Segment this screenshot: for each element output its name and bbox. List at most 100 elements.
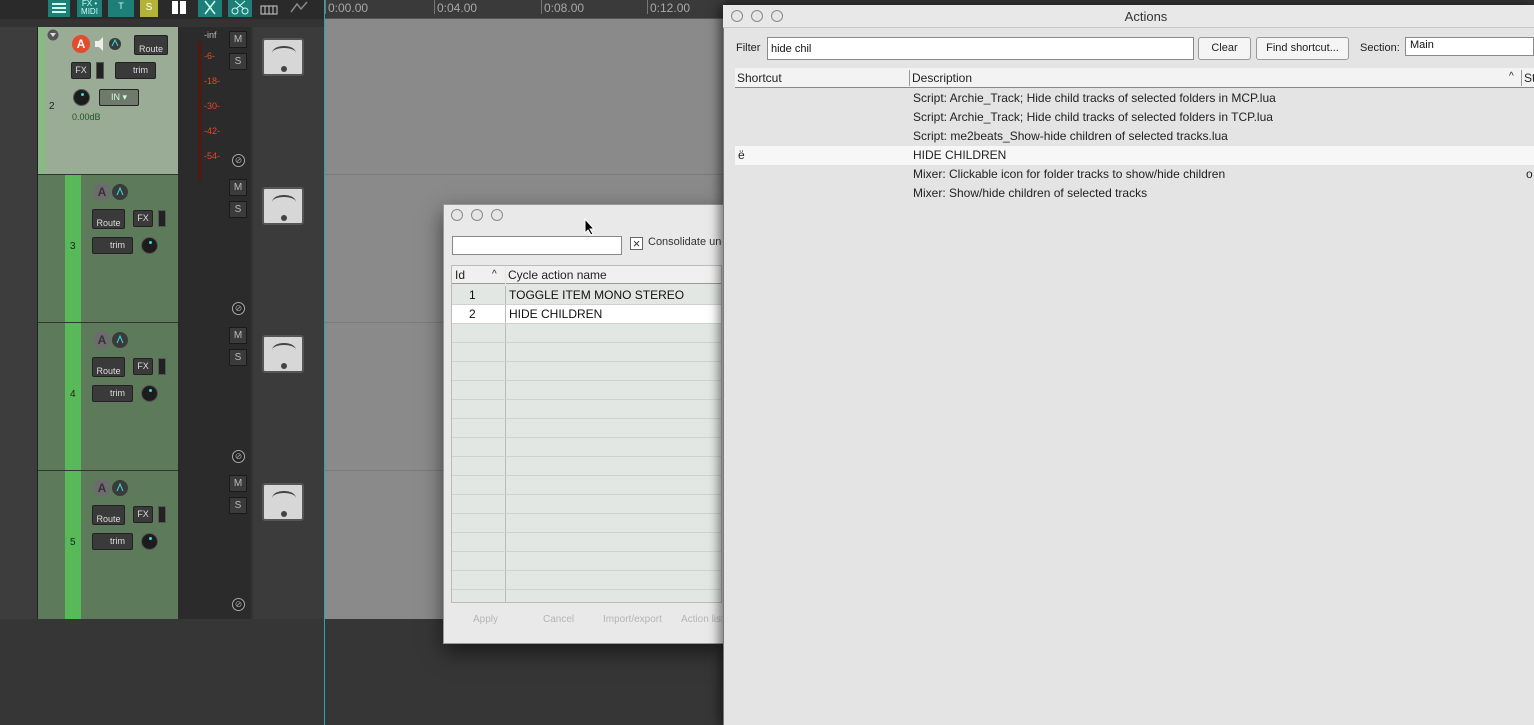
row-id: 1 <box>469 288 476 302</box>
route-button[interactable]: Route <box>92 505 125 525</box>
solo-button[interactable]: S <box>229 497 247 514</box>
mouse-cursor-icon <box>584 217 596 236</box>
track-panel-2[interactable]: 2 A Route FX trim IN ▾ 0.00dB <box>38 27 178 174</box>
import-export-button[interactable]: Import/export <box>603 614 662 625</box>
fx-bypass-toggle[interactable] <box>158 210 166 227</box>
action-row[interactable]: Script: Archie_Track; Hide child tracks … <box>735 108 1534 127</box>
solo-button[interactable]: S <box>229 349 247 366</box>
track-button[interactable]: T <box>108 0 134 17</box>
fx-midi-button[interactable]: FX • MIDI <box>77 0 102 17</box>
monitor-icon[interactable] <box>111 479 129 497</box>
consolidate-undo-checkbox[interactable]: × <box>630 237 643 250</box>
mute-button[interactable]: M <box>229 31 247 48</box>
table-row[interactable]: 2 HIDE CHILDREN <box>452 305 721 324</box>
fx-button[interactable]: FX <box>71 62 91 79</box>
action-row[interactable]: Script: Archie_Track; Hide child tracks … <box>735 89 1534 108</box>
action-row[interactable]: Script: me2beats_Show-hide children of s… <box>735 127 1534 146</box>
phase-invert-icon[interactable]: ⊘ <box>232 450 245 463</box>
record-arm-button[interactable]: A <box>93 183 111 201</box>
action-row[interactable]: ë HIDE CHILDREN <box>735 146 1534 165</box>
clear-button[interactable]: Clear <box>1198 37 1251 60</box>
solo-toolbar-button[interactable]: S <box>140 0 158 17</box>
action-row[interactable]: Mixer: Clickable icon for folder tracks … <box>735 165 1534 184</box>
track-panel-5[interactable]: 5 A Route FX trim <box>38 471 178 619</box>
column-header-id-label: Id <box>455 268 466 282</box>
route-button[interactable]: Route <box>134 35 168 55</box>
record-arm-button[interactable]: A <box>93 479 111 497</box>
track-panel-4[interactable]: 4 A Route FX trim <box>38 323 178 470</box>
trim-label: trim <box>110 240 125 250</box>
fx-button[interactable]: FX <box>133 358 153 375</box>
meter-column: -inf -6- -18- -30- -42- -54- <box>178 27 251 619</box>
column-header-id[interactable]: Id ^ <box>452 266 505 284</box>
close-window-button[interactable] <box>451 209 463 221</box>
monitor-icon[interactable] <box>93 36 121 52</box>
fx-button[interactable]: FX <box>133 506 153 523</box>
volume-knob[interactable] <box>141 237 158 254</box>
trim-button[interactable]: trim <box>92 385 133 402</box>
fx-bypass-toggle[interactable] <box>158 506 166 523</box>
cut-icon[interactable] <box>198 0 222 17</box>
minimize-window-button[interactable] <box>471 209 483 221</box>
ruler-tick: 0:04.00 <box>437 1 478 15</box>
filter-input[interactable] <box>767 37 1194 60</box>
cancel-button[interactable]: Cancel <box>543 614 574 625</box>
volume-knob[interactable] <box>73 89 90 106</box>
level-meter <box>198 41 202 181</box>
meter-scale-label: -54- <box>204 151 221 161</box>
timeline-ruler[interactable]: 0:00.00 0:04.00 0:08.00 0:12.00 <box>325 0 725 19</box>
section-select[interactable]: Main <box>1405 37 1534 56</box>
cycle-search-input[interactable] <box>452 236 622 255</box>
split-icon[interactable] <box>168 0 190 17</box>
trim-button[interactable]: trim <box>92 237 133 254</box>
column-header-name[interactable]: Cycle action name <box>506 266 721 284</box>
volume-knob[interactable] <box>141 385 158 402</box>
action-list-button[interactable]: Action list <box>681 614 722 625</box>
snap-icon[interactable] <box>257 0 281 17</box>
column-header-description[interactable]: Description <box>912 71 972 85</box>
scissors-icon[interactable] <box>228 0 252 17</box>
apply-button[interactable]: Apply <box>473 614 498 625</box>
envelope-icon[interactable] <box>287 0 311 17</box>
ruler-tick: 0:00.00 <box>328 1 369 15</box>
mute-button[interactable]: M <box>229 475 247 492</box>
column-header-shortcut[interactable]: Shortcut <box>737 71 782 85</box>
volume-readout: 0.00dB <box>72 112 101 122</box>
phase-invert-icon[interactable]: ⊘ <box>232 598 245 611</box>
main-toolbar: FX • MIDI T S <box>0 0 325 19</box>
phase-invert-icon[interactable]: ⊘ <box>232 302 245 315</box>
fx-button[interactable]: FX <box>133 210 153 227</box>
row-name: HIDE CHILDREN <box>509 307 603 321</box>
zoom-window-button[interactable] <box>491 209 503 221</box>
trim-button[interactable]: trim <box>92 533 133 550</box>
column-header-state[interactable]: St <box>1524 71 1534 85</box>
monitor-icon[interactable] <box>111 183 129 201</box>
table-row[interactable]: 1 TOGGLE ITEM MONO STEREO <box>452 286 721 305</box>
meter-scale-label: -18- <box>204 76 221 86</box>
trim-button[interactable]: trim <box>115 62 156 79</box>
mute-button[interactable]: M <box>229 179 247 196</box>
route-button[interactable]: Route <box>92 357 125 377</box>
find-shortcut-button[interactable]: Find shortcut... <box>1256 37 1349 60</box>
input-select[interactable]: IN ▾ <box>99 89 139 106</box>
fx-bypass-toggle[interactable] <box>158 358 166 375</box>
record-arm-button[interactable]: A <box>93 331 111 349</box>
solo-button[interactable]: S <box>229 53 247 70</box>
route-button[interactable]: Route <box>92 209 125 229</box>
vu-meter-icon <box>262 38 304 76</box>
fx-bypass-toggle[interactable] <box>96 62 104 79</box>
solo-button[interactable]: S <box>229 201 247 218</box>
volume-knob[interactable] <box>141 533 158 550</box>
action-description: Mixer: Show/hide children of selected tr… <box>913 186 1148 200</box>
action-row[interactable]: Mixer: Show/hide children of selected tr… <box>735 184 1534 203</box>
track-number: 4 <box>70 389 76 400</box>
monitor-icon[interactable] <box>111 331 129 349</box>
track-panel-3[interactable]: 3 A Route FX trim <box>38 175 178 322</box>
mute-button[interactable]: M <box>229 327 247 344</box>
cycle-action-list[interactable]: Id ^ Cycle action name 1 TOGGLE ITEM MON… <box>451 265 722 603</box>
folder-collapse-icon[interactable] <box>47 28 59 41</box>
grid-icon[interactable] <box>48 0 70 17</box>
phase-invert-icon[interactable]: ⊘ <box>232 154 245 167</box>
record-arm-button[interactable]: A <box>72 35 90 53</box>
action-description: Script: Archie_Track; Hide child tracks … <box>913 110 1273 124</box>
